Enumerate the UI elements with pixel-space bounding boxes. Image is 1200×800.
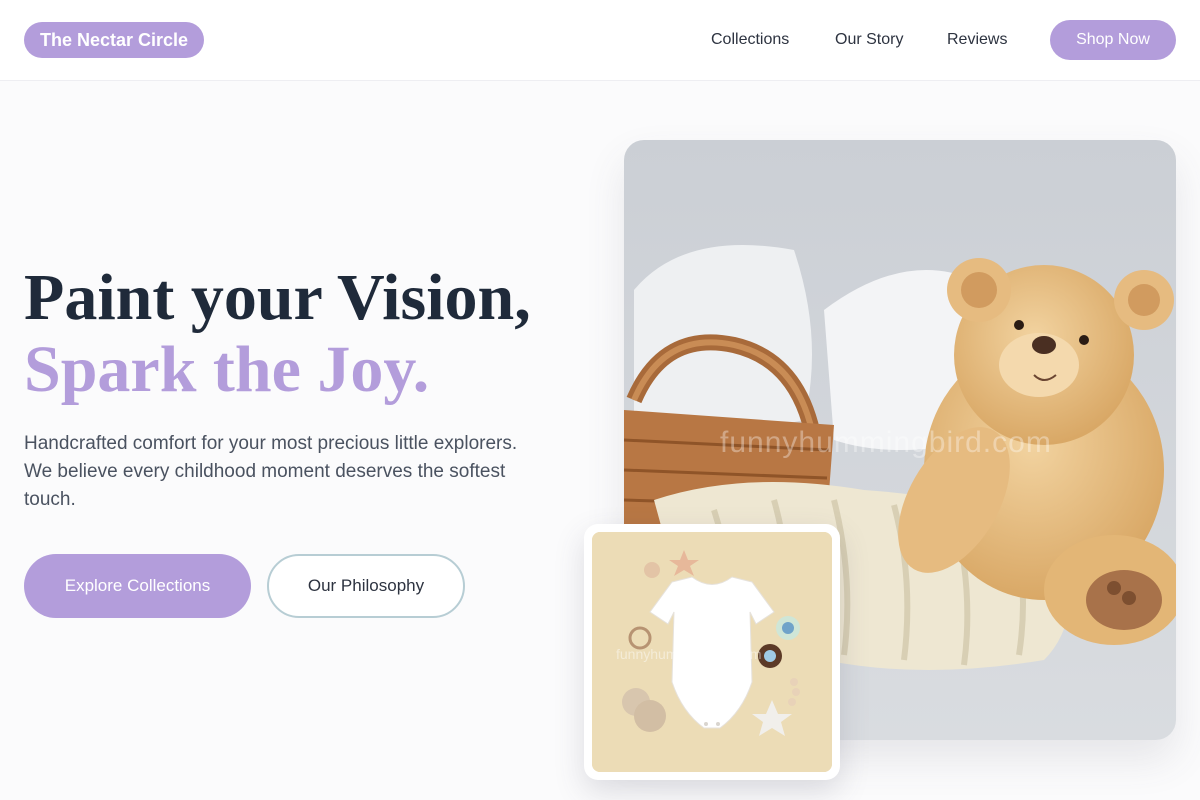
explore-collections-button[interactable]: Explore Collections — [24, 554, 251, 618]
hero-headline-line-2: Spark the Joy. — [24, 333, 430, 406]
shop-now-button[interactable]: Shop Now — [1050, 20, 1176, 60]
site-header: The Nectar Circle Collections Our Story … — [0, 0, 1200, 81]
nav-link-collections[interactable]: Collections — [711, 30, 789, 50]
main-image-watermark: funnyhummingbird.com — [720, 426, 1052, 459]
our-philosophy-button[interactable]: Our Philosophy — [267, 554, 465, 618]
bodysuit-image: funnyhummingbird.com — [592, 532, 832, 772]
nav-link-our-story[interactable]: Our Story — [835, 30, 903, 50]
hero-headline-line-1: Paint your Vision, — [24, 261, 531, 334]
brand-logo[interactable]: The Nectar Circle — [24, 22, 205, 58]
card-image-watermark: funnyhummingbird.com — [616, 646, 762, 662]
hero-description: Handcrafted comfort for your most precio… — [24, 433, 518, 510]
product-card-bodysuit[interactable]: funnyhummingbird.com — [584, 524, 840, 780]
nav-link-reviews[interactable]: Reviews — [947, 30, 1007, 50]
